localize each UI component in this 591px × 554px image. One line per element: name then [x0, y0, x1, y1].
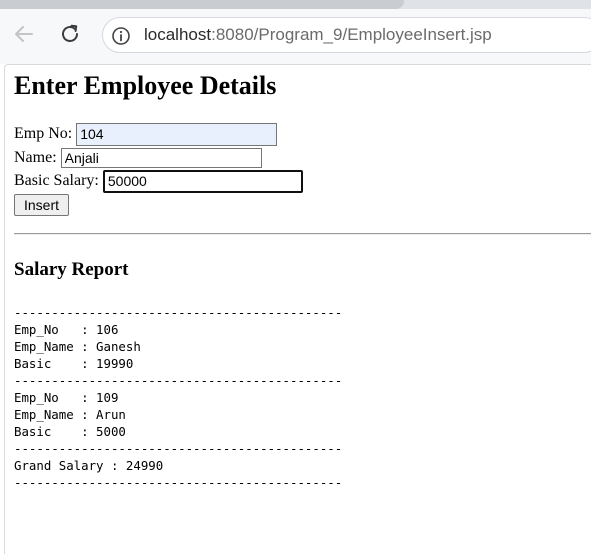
employee-empno-line: Emp_No : 106 — [14, 322, 119, 337]
employee-name-line: Emp_Name : Ganesh — [14, 339, 141, 354]
url-host: localhost — [144, 25, 212, 44]
salary-report: ----------------------------------------… — [14, 304, 342, 491]
horizontal-rule — [14, 233, 591, 235]
info-icon[interactable] — [111, 26, 131, 46]
name-row: Name: — [14, 146, 262, 170]
employee-name-line: Emp_Name : Arun — [14, 407, 126, 422]
name-input[interactable] — [60, 148, 262, 168]
tab-strip — [0, 0, 591, 9]
report-title: Salary Report — [14, 259, 129, 280]
page-title: Enter Employee Details — [14, 71, 277, 100]
back-button[interactable] — [12, 22, 36, 46]
report-separator: ----------------------------------------… — [14, 305, 343, 320]
salary-label: Basic Salary: — [14, 172, 99, 189]
active-tab[interactable] — [0, 0, 404, 9]
employee-basic-line: Basic : 5000 — [14, 424, 126, 439]
reload-icon — [62, 24, 78, 42]
employee-empno-line: Emp_No : 109 — [14, 390, 119, 405]
employee-basic-line: Basic : 19990 — [14, 356, 134, 371]
url-text[interactable]: localhost:8080/Program_9/EmployeeInsert.… — [144, 25, 492, 45]
address-bar[interactable]: localhost:8080/Program_9/EmployeeInsert.… — [102, 17, 591, 53]
browser-chrome: localhost:8080/Program_9/EmployeeInsert.… — [0, 0, 591, 64]
name-label: Name: — [14, 149, 57, 166]
empno-row: Emp No: — [14, 122, 278, 146]
salary-row: Basic Salary: — [14, 169, 303, 193]
report-separator: ----------------------------------------… — [14, 475, 343, 490]
page-viewport: Enter Employee Details Emp No: Name: Bas… — [4, 64, 591, 554]
report-separator: ----------------------------------------… — [14, 441, 343, 456]
empno-label: Emp No: — [14, 125, 73, 142]
reload-button[interactable] — [58, 22, 82, 46]
salary-input[interactable] — [102, 169, 303, 193]
url-path: :8080/Program_9/EmployeeInsert.jsp — [211, 25, 492, 44]
report-separator: ----------------------------------------… — [14, 373, 343, 388]
insert-button[interactable]: Insert — [14, 194, 69, 216]
empno-input[interactable] — [76, 122, 278, 146]
back-arrow-icon — [15, 26, 33, 42]
grand-salary-line: Grand Salary : 24990 — [14, 458, 164, 473]
